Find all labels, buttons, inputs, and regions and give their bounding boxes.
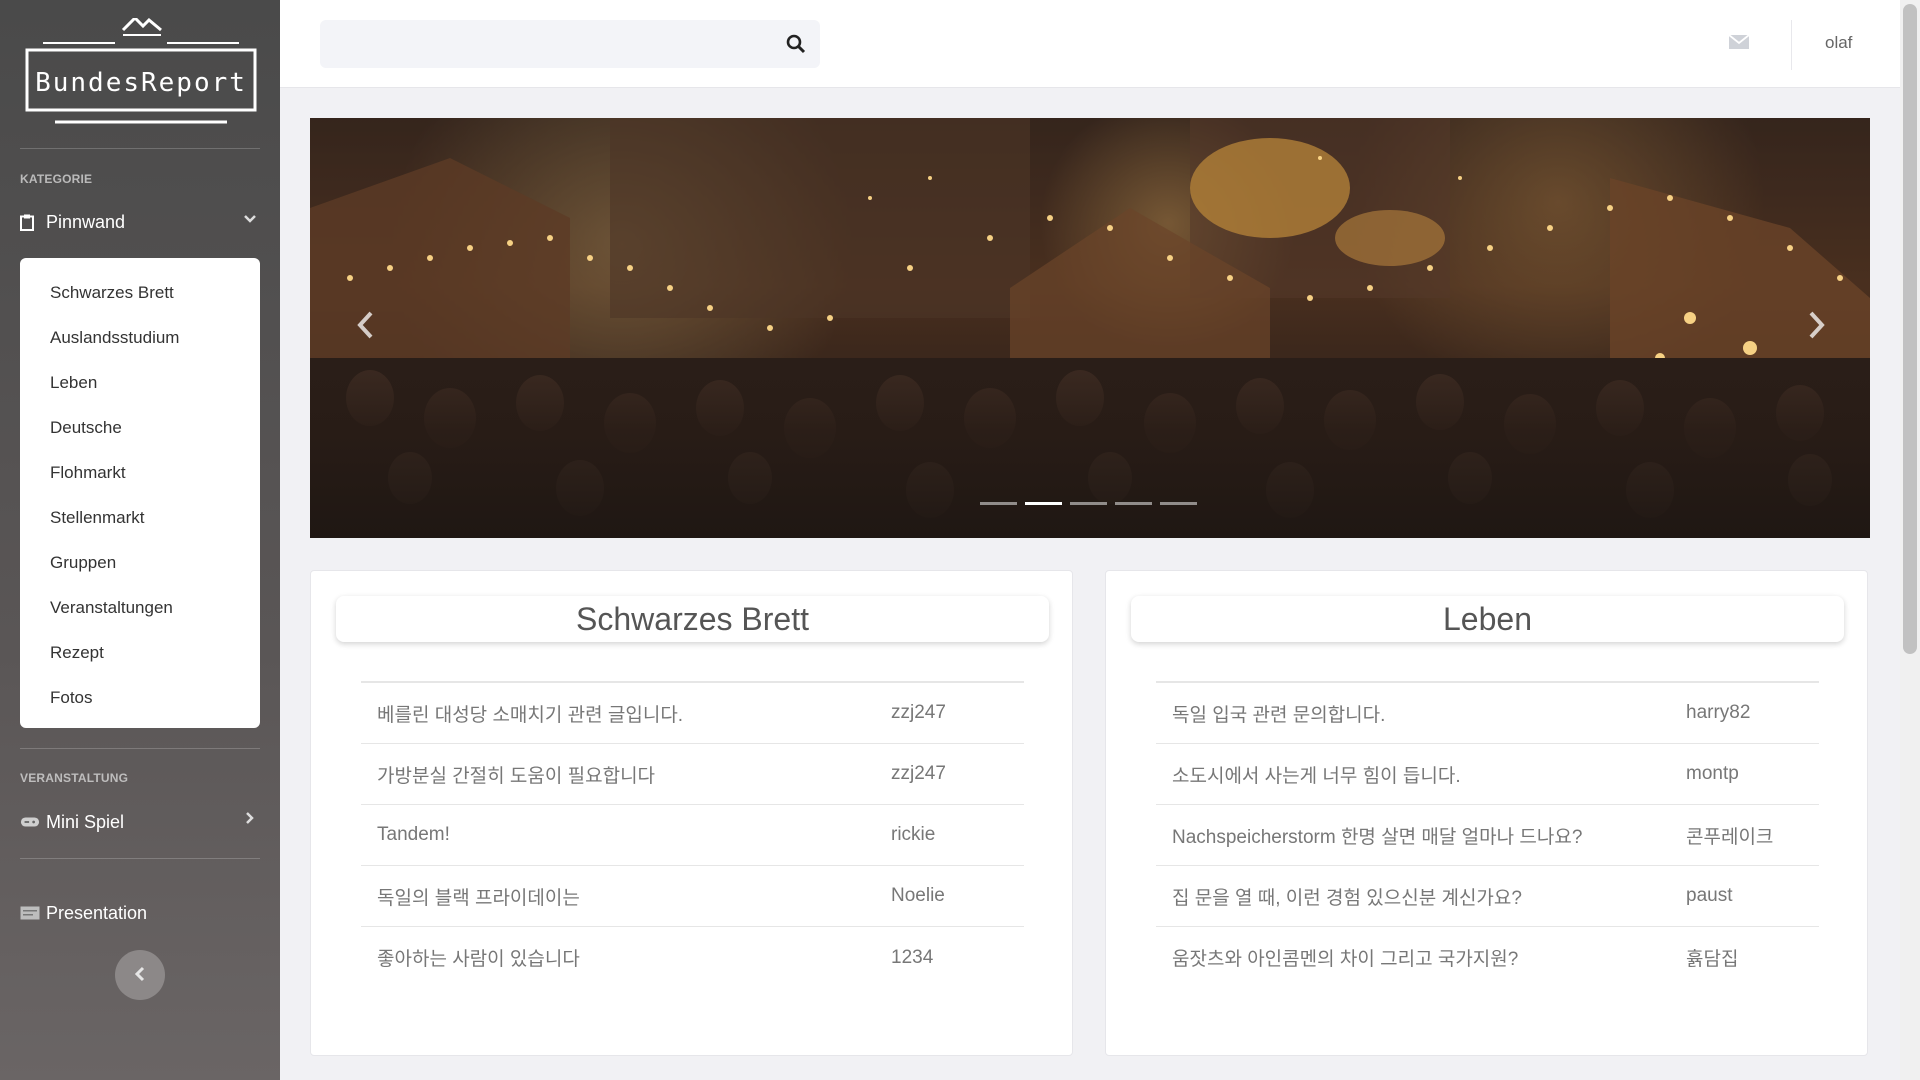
submenu-item-stellenmarkt[interactable]: Stellenmarkt — [20, 495, 260, 540]
card-title[interactable]: Leben — [1131, 596, 1844, 642]
chevron-down-icon — [240, 211, 260, 229]
sidebar-item-mini-spiel[interactable]: Mini Spiel — [20, 807, 260, 837]
post-author: harry82 — [1686, 702, 1751, 723]
sidebar-divider — [20, 858, 260, 859]
post-row[interactable]: Nachspeicherstorm 한명 살면 매달 얼마나 드나요? 콘푸레이… — [1156, 805, 1819, 866]
post-author: 휽담집 — [1686, 949, 1739, 970]
sidebar-item-label: Pinnwand — [46, 211, 126, 232]
post-title: 집 문을 열 때, 이런 경험 있으신분 계신가요? — [1172, 887, 1522, 909]
post-author: zzj247 — [891, 702, 946, 723]
topbar-divider — [1791, 20, 1792, 70]
post-row[interactable]: 소도시에서 사는게 너무 힘이 듭니다. montp — [1156, 744, 1819, 805]
carousel-indicator[interactable] — [1160, 502, 1197, 505]
clipboard-icon — [20, 214, 40, 231]
post-row[interactable]: 움잣츠와 아인콤멘의 차이 그리고 국가지원? 휽담집 — [1156, 927, 1819, 988]
post-row[interactable]: Tandem! rickie — [361, 805, 1024, 866]
section-label-kategorie: KATEGORIE — [20, 172, 93, 186]
post-title: 독일의 블랙 프라이데이는 — [377, 887, 580, 909]
post-list: 독일 입국 관련 문의합니다. harry82 소도시에서 사는게 너무 힘이 … — [1156, 681, 1819, 988]
sidebar-item-label: Presentation — [46, 902, 148, 923]
post-row[interactable]: 가방분실 간절히 도움이 필요합니다 zzj247 — [361, 744, 1024, 805]
page-scrollbar[interactable] — [1900, 0, 1920, 1080]
chevron-left-icon — [134, 962, 146, 988]
sidebar: BundesReport KATEGORIE Pinnwand Schwarze… — [0, 0, 280, 1080]
post-author: montp — [1686, 763, 1739, 784]
user-menu[interactable]: olaf — [1825, 33, 1852, 53]
post-row[interactable]: 베를린 대성당 소매치기 관련 글입니다. zzj247 — [361, 683, 1024, 744]
post-author: Noelie — [891, 885, 945, 906]
post-row[interactable]: 좋아하는 사람이 있습니다 1234 — [361, 927, 1024, 988]
submenu-item-deutsche[interactable]: Deutsche — [20, 405, 260, 450]
carousel-prev-icon[interactable] — [346, 303, 386, 353]
carousel-next-icon[interactable] — [1796, 303, 1836, 353]
board-card-schwarzes-brett: Schwarzes Brett 베를린 대성당 소매치기 관련 글입니다. zz… — [310, 570, 1073, 1056]
post-author: 콘푸레이크 — [1686, 826, 1774, 848]
top-bar: olaf — [280, 0, 1900, 88]
envelope-icon[interactable] — [1728, 33, 1750, 51]
logo[interactable]: BundesReport — [25, 15, 257, 130]
section-label-veranstaltung: VERANSTALTUNG — [20, 771, 129, 785]
submenu-item-fotos[interactable]: Fotos — [20, 675, 260, 720]
carousel-overlay — [310, 358, 1870, 538]
post-row[interactable]: 독일 입국 관련 문의합니다. harry82 — [1156, 683, 1819, 744]
sidebar-divider — [20, 748, 260, 749]
carousel-indicators — [980, 502, 1197, 505]
submenu-item-auslandsstudium[interactable]: Auslandsstudium — [20, 315, 260, 360]
search-icon[interactable] — [786, 34, 806, 54]
board-card-leben: Leben 독일 입국 관련 문의합니다. harry82 소도시에서 사는게 … — [1105, 570, 1868, 1056]
post-title: 좋아하는 사람이 있습니다 — [377, 949, 580, 970]
post-title: Nachspeicherstorm 한명 살면 매달 얼마나 드나요? — [1172, 826, 1583, 848]
carousel-indicator-active[interactable] — [1025, 502, 1062, 505]
search-box — [320, 20, 820, 68]
post-title: Tandem! — [377, 824, 450, 845]
post-author: paust — [1686, 885, 1733, 906]
pinnwand-submenu: Schwarzes Brett Auslandsstudium Leben De… — [20, 258, 260, 728]
carousel-indicator[interactable] — [980, 502, 1017, 505]
carousel-indicator[interactable] — [1115, 502, 1152, 505]
post-title: 움잣츠와 아인콤멘의 차이 그리고 국가지원? — [1172, 949, 1519, 970]
post-author: rickie — [891, 824, 936, 845]
search-input[interactable] — [320, 20, 760, 68]
logo-text: BundesReport — [35, 68, 247, 98]
sidebar-item-label: Mini Spiel — [46, 811, 125, 832]
post-row[interactable]: 집 문을 열 때, 이런 경험 있으신분 계신가요? paust — [1156, 866, 1819, 927]
sidebar-divider — [20, 148, 260, 149]
submenu-item-rezept[interactable]: Rezept — [20, 630, 260, 675]
post-title: 독일 입국 관련 문의합니다. — [1172, 704, 1386, 726]
post-row[interactable]: 독일의 블랙 프라이데이는 Noelie — [361, 866, 1024, 927]
post-author: 1234 — [891, 946, 934, 968]
submenu-item-gruppen[interactable]: Gruppen — [20, 540, 260, 585]
card-title[interactable]: Schwarzes Brett — [336, 596, 1049, 642]
chevron-right-icon — [240, 811, 260, 830]
post-list: 베를린 대성당 소매치기 관련 글입니다. zzj247 가방분실 간절히 도움… — [361, 681, 1024, 988]
presentation-icon — [20, 906, 40, 920]
gamepad-icon — [20, 816, 40, 828]
image-carousel[interactable] — [310, 118, 1870, 538]
post-title: 베를린 대성당 소매치기 관련 글입니다. — [377, 704, 684, 726]
post-author: zzj247 — [891, 763, 946, 784]
post-title: 소도시에서 사는게 너무 힘이 듭니다. — [1172, 765, 1461, 787]
submenu-item-leben[interactable]: Leben — [20, 360, 260, 405]
post-title: 가방분실 간절히 도움이 필요합니다 — [377, 765, 656, 787]
submenu-item-flohmarkt[interactable]: Flohmarkt — [20, 450, 260, 495]
sidebar-item-pinnwand[interactable]: Pinnwand — [20, 207, 260, 237]
sidebar-item-presentation[interactable]: Presentation — [20, 898, 260, 928]
sidebar-collapse-button[interactable] — [115, 950, 165, 1000]
submenu-item-veranstaltungen[interactable]: Veranstaltungen — [20, 585, 260, 630]
scrollbar-thumb[interactable] — [1903, 4, 1917, 654]
carousel-indicator[interactable] — [1070, 502, 1107, 505]
submenu-item-schwarzes-brett[interactable]: Schwarzes Brett — [20, 270, 260, 315]
